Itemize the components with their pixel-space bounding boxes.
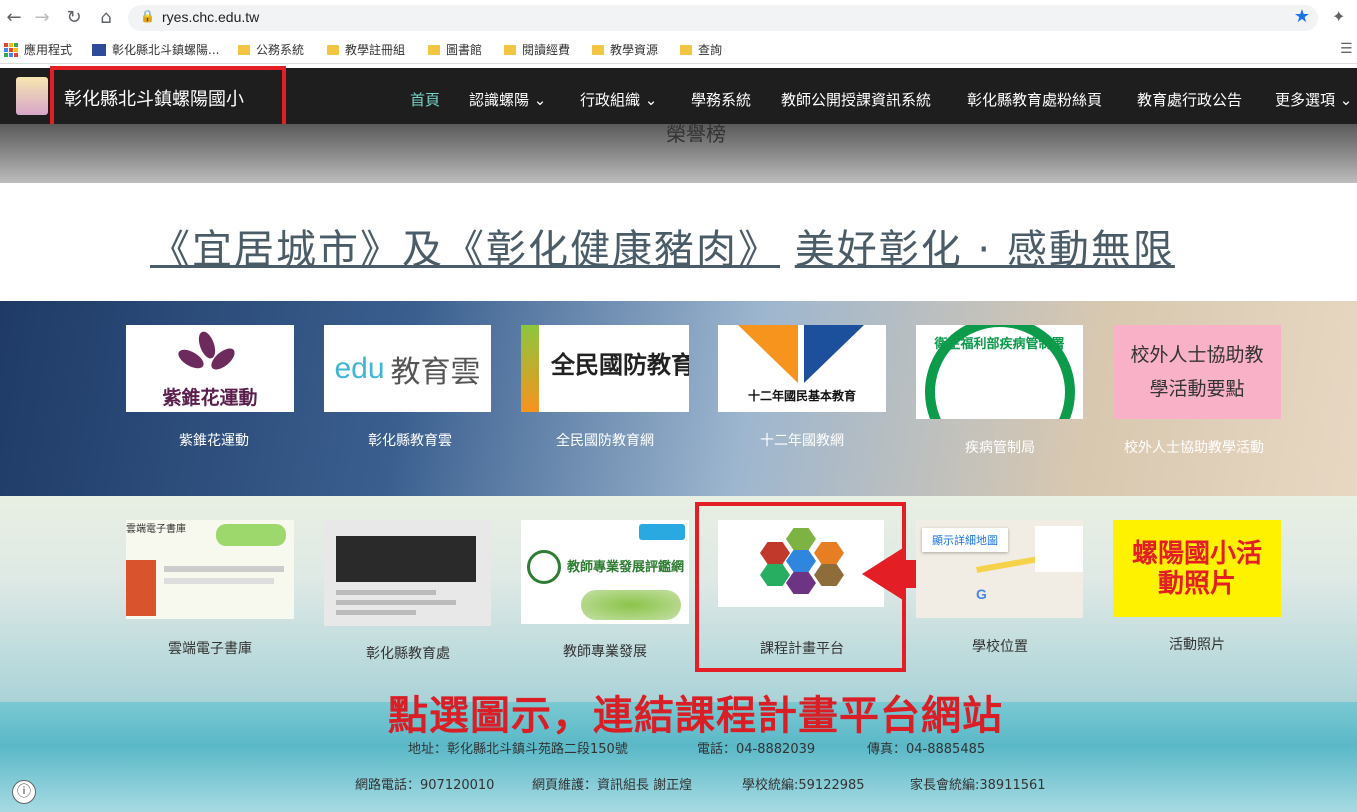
folder-icon — [592, 44, 604, 55]
folder-icon — [238, 44, 250, 55]
footer-fax: 傳真：04-8885485 — [867, 742, 986, 757]
link-tile-activity-photos[interactable]: 螺陽國小活動照片 — [1113, 520, 1281, 617]
nav-more[interactable]: 更多選項 ⌄ — [1275, 89, 1352, 110]
bookmark-school[interactable]: 彰化縣北斗鎮螺陽... — [92, 41, 219, 58]
link-tile-defense[interactable]: 全民國防教育 — [521, 325, 689, 412]
nav-open-class[interactable]: 教師公開授課資訊系統 — [781, 89, 931, 110]
link-tile-school-map[interactable]: 顯示詳細地圖 G — [916, 520, 1083, 618]
nav-admin[interactable]: 行政組織 ⌄ — [580, 89, 657, 110]
folder-icon — [428, 44, 440, 55]
bookmark-folder[interactable]: 圖書館 — [428, 41, 482, 58]
link-caption[interactable]: 活動照片 — [1169, 634, 1225, 654]
bookmark-folder[interactable]: 公務系統 — [238, 41, 304, 58]
nav-about[interactable]: 認識螺陽 ⌄ — [469, 89, 546, 110]
footer-school-id: 學校統編:59122985 — [742, 778, 865, 793]
nav-fan-page[interactable]: 彰化縣教育處粉絲頁 — [967, 89, 1102, 110]
footer-phone: 電話：04-8882039 — [697, 742, 816, 757]
footer-address: 地址：彰化縣北斗鎮斗苑路二段150號 — [408, 742, 628, 757]
address-bar[interactable]: 🔒 ryes.chc.edu.tw ★ — [128, 5, 1318, 31]
school-logo[interactable] — [16, 77, 48, 115]
video-screen-icon — [336, 536, 476, 582]
bookmark-star-icon[interactable]: ★ — [1294, 6, 1310, 27]
leaf-graphic-icon — [581, 590, 681, 620]
reading-list-icon[interactable]: ☰ — [1340, 41, 1353, 57]
emblem-icon — [527, 550, 561, 584]
link-caption[interactable]: 彰化縣教育雲 — [368, 430, 452, 450]
back-button-icon — [639, 524, 685, 540]
google-logo-icon: G — [976, 586, 987, 602]
folder-icon — [504, 44, 516, 55]
folder-icon — [680, 44, 692, 55]
info-icon[interactable]: ⓘ — [12, 780, 36, 804]
link-caption[interactable]: 紫錐花運動 — [179, 430, 249, 450]
lock-icon: 🔒 — [140, 9, 155, 23]
blue-chevron-icon — [804, 325, 864, 383]
link-tile-cdc[interactable]: 衛生福利部疾病管制署 — [916, 325, 1083, 419]
back-icon[interactable]: ← — [2, 6, 26, 30]
bookmark-folder[interactable]: 查詢 — [680, 41, 722, 58]
edu-logo-icon: edu — [334, 351, 385, 385]
url-text: ryes.chc.edu.tw — [162, 9, 260, 25]
link-tile-edu-cloud[interactable]: edu 教育雲 — [324, 325, 491, 412]
link-caption[interactable]: 十二年國教網 — [760, 430, 844, 450]
callout-annotation: 點選圖示，連結課程計畫平台網站 — [388, 693, 1003, 739]
bookmarks-bar: 應用程式 彰化縣北斗鎮螺陽... 公務系統 教學註冊組 圖書館 閱讀經費 教學資… — [0, 36, 1357, 64]
link-caption[interactable]: 彰化縣教育處 — [366, 643, 450, 663]
extensions-icon[interactable]: ✦ — [1332, 7, 1345, 26]
home-icon[interactable]: ⌂ — [94, 6, 118, 30]
nav-announcements[interactable]: 教育處行政公告 — [1137, 89, 1242, 110]
defense-logo-icon — [521, 325, 539, 412]
slogan-link[interactable]: 《宜居城市》及《彰化健康豬肉》 美好彰化 · 感動無限 — [150, 217, 1175, 275]
bookmark-folder[interactable]: 閱讀經費 — [504, 41, 570, 58]
footer-parent-id: 家長會統編:38911561 — [910, 778, 1046, 793]
chevron-down-icon: ⌄ — [533, 91, 547, 109]
link-tile-teacher-dev[interactable]: 教師專業發展評鑑網 — [521, 520, 689, 624]
link-caption[interactable]: 教師專業發展 — [563, 641, 647, 661]
link-tile-ebook[interactable]: 雲端電子書庫 — [126, 520, 294, 619]
chevron-down-icon: ⌄ — [644, 91, 658, 109]
site-icon — [92, 43, 106, 56]
link-tile-outside-staff[interactable]: 校外人士協助教學活動要點 — [1113, 325, 1281, 419]
book-cover-icon — [126, 560, 156, 616]
bookmark-folder[interactable]: 教學註冊組 — [327, 41, 405, 58]
folder-icon — [327, 44, 339, 55]
link-tile-12-year[interactable]: 十二年國民基本教育 — [718, 325, 886, 412]
cartoon-kids-icon — [216, 524, 286, 546]
browser-toolbar: ← → ↻ ⌂ 🔒 ryes.chc.edu.tw ★ ✦ — [0, 0, 1357, 36]
apps-grid-icon — [4, 42, 18, 57]
map-detail-link[interactable]: 顯示詳細地圖 — [922, 528, 1008, 552]
link-tile-education-dept[interactable] — [324, 520, 491, 626]
link-caption[interactable]: 校外人士協助教學活動 — [1124, 437, 1264, 457]
link-caption[interactable]: 學校位置 — [972, 636, 1028, 656]
flower-icon — [175, 329, 239, 379]
link-caption[interactable]: 疾病管制局 — [965, 437, 1035, 457]
chevron-down-icon: ⌄ — [1339, 91, 1353, 109]
title-highlight-box — [50, 66, 286, 132]
bookmark-folder[interactable]: 教學資源 — [592, 41, 658, 58]
hero-partial-text: 榮譽榜 — [666, 122, 726, 146]
reload-icon[interactable]: ↻ — [62, 6, 86, 30]
footer-net-phone: 網路電話：907120010 — [355, 778, 495, 793]
forward-icon[interactable]: → — [30, 6, 54, 30]
nav-home[interactable]: 首頁 — [410, 89, 440, 110]
footer-maintainer: 網頁維護：資訊組長 謝正煌 — [532, 778, 693, 793]
link-tile-purple-cone[interactable]: 紫錐花運動 — [126, 325, 294, 412]
bookmark-apps[interactable]: 應用程式 — [4, 41, 72, 58]
link-caption[interactable]: 全民國防教育網 — [556, 430, 654, 450]
nav-student-affairs[interactable]: 學務系統 — [691, 89, 751, 110]
link-caption[interactable]: 雲端電子書庫 — [168, 638, 252, 658]
orange-chevron-icon — [738, 325, 798, 383]
